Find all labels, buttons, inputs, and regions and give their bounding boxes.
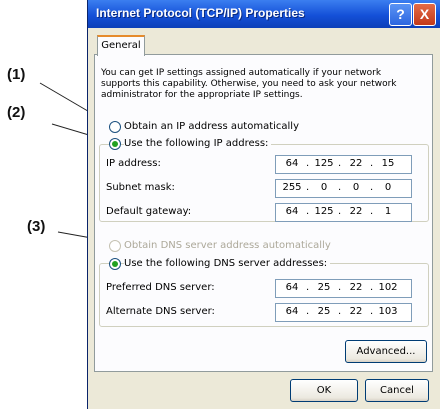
ip-auto-label[interactable]: Obtain an IP address automatically bbox=[124, 121, 299, 132]
preferred-dns-label: Preferred DNS server: bbox=[106, 282, 215, 293]
help-icon: ? bbox=[396, 6, 405, 22]
ip-octet: 102 bbox=[378, 282, 398, 293]
advanced-button[interactable]: Advanced... bbox=[345, 340, 427, 363]
alternate-dns-input[interactable]: 64 . 25 . 22 . 103 bbox=[275, 303, 412, 322]
ip-octet: 25 bbox=[317, 306, 331, 317]
ip-dot: . bbox=[306, 182, 310, 193]
ip-dot: . bbox=[370, 282, 374, 293]
ip-octet: 22 bbox=[349, 158, 363, 169]
close-button[interactable]: X bbox=[413, 3, 436, 26]
ip-octet: 64 bbox=[285, 158, 299, 169]
alternate-dns-label: Alternate DNS server: bbox=[106, 306, 215, 317]
ip-address-input[interactable]: 64 . 125 . 22 . 15 bbox=[275, 155, 412, 174]
subnet-mask-input[interactable]: 255 . 0 . 0 . 0 bbox=[275, 179, 412, 198]
ip-dot: . bbox=[338, 182, 342, 193]
ip-dot: . bbox=[306, 206, 310, 217]
dns-auto-label: Obtain DNS server address automatically bbox=[124, 240, 331, 251]
ip-dot: . bbox=[370, 182, 374, 193]
ip-octet: 0 bbox=[320, 182, 328, 193]
ok-button[interactable]: OK bbox=[290, 379, 358, 402]
ip-octet: 255 bbox=[282, 182, 302, 193]
tab-general[interactable]: General bbox=[97, 35, 145, 56]
ip-octet: 0 bbox=[384, 182, 392, 193]
ip-dot: . bbox=[370, 206, 374, 217]
ip-octet: 125 bbox=[314, 206, 334, 217]
ip-octet: 125 bbox=[314, 158, 334, 169]
ip-auto-radio[interactable] bbox=[109, 121, 121, 133]
ip-dot: . bbox=[338, 158, 342, 169]
help-button[interactable]: ? bbox=[389, 3, 412, 26]
ip-octet: 22 bbox=[349, 306, 363, 317]
close-icon: X bbox=[419, 6, 430, 22]
tcpip-properties-dialog: Internet Protocol (TCP/IP) Properties ? … bbox=[87, 0, 440, 409]
ip-octet: 103 bbox=[378, 306, 398, 317]
subnet-mask-label: Subnet mask: bbox=[106, 182, 175, 193]
ip-octet: 22 bbox=[349, 206, 363, 217]
default-gateway-label: Default gateway: bbox=[106, 206, 192, 217]
ip-octet: 1 bbox=[384, 206, 392, 217]
ip-octet: 22 bbox=[349, 282, 363, 293]
ip-dot: . bbox=[306, 158, 310, 169]
ip-dot: . bbox=[370, 306, 374, 317]
default-gateway-input[interactable]: 64 . 125 . 22 . 1 bbox=[275, 203, 412, 222]
ip-octet: 15 bbox=[381, 158, 395, 169]
cancel-button[interactable]: Cancel bbox=[365, 379, 429, 402]
ip-address-label: IP address: bbox=[106, 158, 161, 169]
ip-dot: . bbox=[338, 206, 342, 217]
title-bar[interactable]: Internet Protocol (TCP/IP) Properties ? … bbox=[88, 0, 440, 28]
dns-manual-label[interactable]: Use the following DNS server addresses: bbox=[124, 258, 331, 269]
ip-dot: . bbox=[338, 282, 342, 293]
dns-manual-radio[interactable] bbox=[109, 258, 121, 270]
preferred-dns-input[interactable]: 64 . 25 . 22 . 102 bbox=[275, 279, 412, 298]
ip-dot: . bbox=[306, 282, 310, 293]
ip-octet: 0 bbox=[352, 182, 360, 193]
ip-dot: . bbox=[306, 306, 310, 317]
dns-auto-radio bbox=[109, 240, 121, 252]
ip-octet: 64 bbox=[285, 282, 299, 293]
ip-dot: . bbox=[370, 158, 374, 169]
dialog-title: Internet Protocol (TCP/IP) Properties bbox=[96, 6, 305, 20]
intro-text: You can get IP settings assigned automat… bbox=[101, 68, 397, 100]
ip-octet: 64 bbox=[285, 306, 299, 317]
ip-dot: . bbox=[338, 306, 342, 317]
ip-manual-label[interactable]: Use the following IP address: bbox=[124, 138, 272, 149]
ip-octet: 64 bbox=[285, 206, 299, 217]
ip-octet: 25 bbox=[317, 282, 331, 293]
ip-manual-radio[interactable] bbox=[109, 138, 121, 150]
